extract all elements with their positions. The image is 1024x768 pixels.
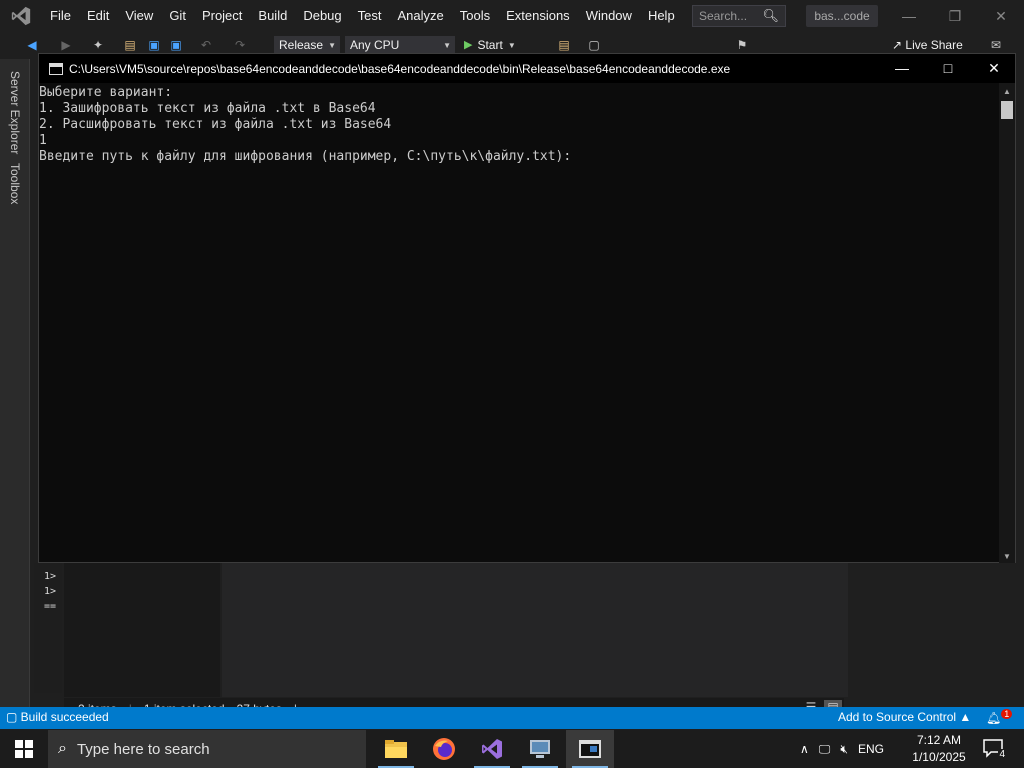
visual-studio-taskbar-icon[interactable]	[468, 730, 516, 768]
editor-area	[222, 563, 848, 697]
configuration-value: Release	[279, 38, 324, 52]
clock-date: 1/10/2025	[912, 750, 966, 764]
menu-debug[interactable]: Debug	[295, 0, 349, 32]
windows-logo-icon	[15, 740, 33, 758]
network-icon[interactable]: 🖵︎	[819, 742, 831, 757]
menu-bar: File Edit View Git Project Build Debug T…	[0, 0, 1024, 32]
vs-search-placeholder: Search...	[699, 9, 748, 23]
redo-icon[interactable]: ↷	[232, 38, 248, 52]
windows-taskbar: ⌕ Type here to search ∧ 🖵︎ 🔇︎ ENG 7:12 A…	[0, 730, 1024, 768]
open-folder-icon[interactable]: ▤	[122, 38, 138, 52]
console-title-bar[interactable]: C:\Users\VM5\source\repos\base64encodean…	[39, 54, 1015, 83]
menu-test[interactable]: Test	[350, 0, 390, 32]
forward-icon[interactable]: ▶	[58, 38, 74, 52]
menu-tools[interactable]: Tools	[452, 0, 498, 32]
console-line: 1	[39, 133, 47, 148]
platform-value: Any CPU	[350, 38, 400, 52]
undo-icon[interactable]: ↶	[198, 38, 214, 52]
windows-start-button[interactable]	[0, 730, 48, 768]
build-status: ▢ Build succeeded	[6, 710, 109, 724]
search-icon: 🔍︎	[762, 8, 779, 23]
add-to-source-control-button[interactable]: Add to Source Control ▲	[838, 710, 971, 724]
feedback-icon[interactable]: ✉	[988, 38, 1004, 52]
volume-muted-icon[interactable]: 🔇︎	[840, 742, 848, 757]
save-icon[interactable]: ▣	[146, 38, 162, 52]
toolbox-tab[interactable]: Toolbox	[8, 163, 22, 204]
show-hidden-icons-icon[interactable]: ∧	[800, 742, 809, 756]
console-app-icon	[49, 62, 63, 75]
bookmark-icon[interactable]: ⚑	[734, 38, 750, 52]
share-icon: ↗	[892, 38, 903, 52]
folder-icon[interactable]: ▤	[556, 38, 572, 52]
source-control-label: Add to Source Control	[838, 710, 957, 724]
console-line: Выберите вариант:	[39, 85, 173, 100]
output-window: 1> 1> ==	[34, 563, 62, 693]
vs-search-box[interactable]: Search... 🔍︎	[692, 5, 786, 27]
scroll-thumb[interactable]	[1001, 101, 1013, 119]
close-icon[interactable]: ✕	[978, 0, 1024, 32]
menu-window[interactable]: Window	[578, 0, 640, 32]
console-scrollbar[interactable]: ▲ ▼	[999, 83, 1015, 563]
menu-view[interactable]: View	[117, 0, 161, 32]
search-icon: ⌕	[58, 740, 67, 757]
build-status-text: Build succeeded	[20, 710, 109, 724]
menu-help[interactable]: Help	[640, 0, 683, 32]
console-minimize-icon[interactable]: —	[879, 54, 925, 83]
menu-git[interactable]: Git	[161, 0, 194, 32]
back-icon[interactable]: ◀	[24, 38, 40, 52]
menu-edit[interactable]: Edit	[79, 0, 117, 32]
right-panel	[850, 563, 992, 697]
language-indicator[interactable]: ENG	[858, 742, 884, 756]
menu-project[interactable]: Project	[194, 0, 250, 32]
console-taskbar-icon[interactable]	[566, 730, 614, 768]
clock-time: 7:12 AM	[916, 733, 962, 747]
save-all-icon[interactable]: ▣	[168, 38, 184, 52]
output-line: 1>	[44, 571, 57, 582]
menu-build[interactable]: Build	[250, 0, 295, 32]
output-line: 1>	[44, 586, 57, 597]
action-center-count: 4	[998, 749, 1006, 760]
file-explorer-pane	[64, 563, 220, 697]
vs-status-bar: ▢ Build succeeded Add to Source Control …	[0, 707, 1024, 729]
console-line: 1. Зашифровать текст из файла .txt в Bas…	[39, 101, 376, 116]
new-item-icon[interactable]: ✦	[90, 38, 106, 52]
taskbar-search-placeholder: Type here to search	[76, 740, 210, 758]
console-line: 2. Расшифровать текст из файла .txt из B…	[39, 117, 392, 132]
console-title: C:\Users\VM5\source\repos\base64encodean…	[69, 61, 731, 76]
console-output[interactable]: Выберите вариант: 1. Зашифровать текст и…	[39, 83, 999, 563]
console-close-icon[interactable]: ✕	[971, 54, 1017, 83]
file-explorer-taskbar-icon[interactable]	[372, 730, 420, 768]
notification-count: 1	[1001, 709, 1013, 719]
live-share-label: Live Share	[905, 38, 963, 52]
live-share-button[interactable]: ↗ Live Share	[892, 38, 963, 52]
notification-bell-icon[interactable]: 🔔︎ 1	[986, 709, 1013, 725]
firefox-taskbar-icon[interactable]	[420, 730, 468, 768]
menu-file[interactable]: File	[42, 0, 79, 32]
visual-studio-logo-icon	[0, 0, 42, 32]
console-line: Введите путь к файлу для шифрования (нап…	[39, 149, 572, 164]
screenshot-icon[interactable]: ▢	[586, 38, 602, 52]
action-center-icon[interactable]: 4	[982, 738, 1006, 760]
scroll-down-icon[interactable]: ▼	[1003, 552, 1011, 561]
scroll-up-icon[interactable]: ▲	[1003, 87, 1011, 96]
output-line: ==	[44, 601, 57, 612]
left-tool-strip: Server Explorer Toolbox	[0, 59, 30, 707]
clock[interactable]: 7:12 AM 1/10/2025	[906, 732, 972, 766]
menu-extensions[interactable]: Extensions	[498, 0, 578, 32]
menu-analyze[interactable]: Analyze	[389, 0, 451, 32]
solution-name-badge[interactable]: bas...code	[806, 5, 878, 27]
taskbar-search-box[interactable]: ⌕ Type here to search	[48, 730, 366, 768]
server-explorer-tab[interactable]: Server Explorer	[8, 71, 22, 154]
system-tray: ∧ 🖵︎ 🔇︎ ENG	[800, 730, 894, 768]
minimize-icon[interactable]: —	[886, 0, 932, 32]
console-maximize-icon[interactable]: □	[925, 54, 971, 83]
network-app-taskbar-icon[interactable]	[516, 730, 564, 768]
console-window: C:\Users\VM5\source\repos\base64encodean…	[38, 53, 1016, 563]
restore-icon[interactable]: ❐	[932, 0, 978, 32]
